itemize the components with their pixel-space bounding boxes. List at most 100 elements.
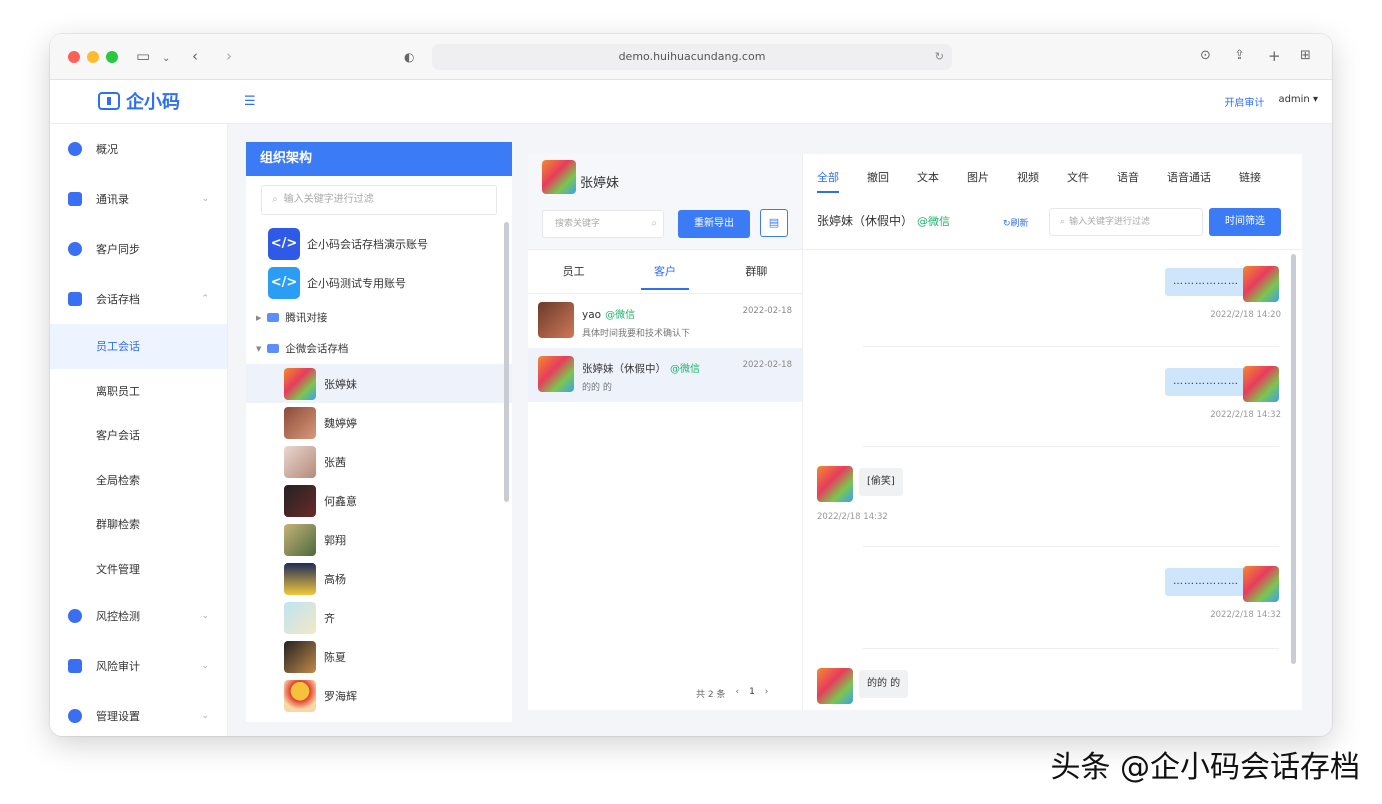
tab-overview-icon[interactable]: ⊞ (1300, 46, 1311, 66)
org-account-item[interactable]: </> 企小码会话存档演示账号 (246, 224, 512, 263)
message-bubble[interactable]: ……………… (1165, 368, 1247, 396)
reload-icon[interactable]: ↻ (935, 44, 944, 70)
org-search-input[interactable]: ⌕ 输入关键字进行过滤 (261, 185, 497, 215)
avatar (284, 562, 316, 595)
conversation-search-input[interactable]: 搜索关键字 ⌕ (542, 210, 664, 238)
sidebar-subitem-employee-sessions[interactable]: 员工会话 (50, 324, 227, 369)
minimize-window-button[interactable] (87, 51, 99, 63)
message-divider (863, 546, 1279, 547)
message-scrollbar[interactable] (1291, 254, 1296, 664)
conversation-date: 2022-02-18 (742, 306, 792, 316)
user-menu[interactable]: admin ▾ (1278, 94, 1318, 109)
maximize-window-button[interactable] (106, 51, 118, 63)
browser-toolbar: ▭ ⌄ ‹ › ◐ demo.huihuacundang.com ↻ ⊙ ⇪ +… (50, 34, 1332, 80)
tab-files[interactable]: 文件 (1067, 154, 1089, 204)
address-bar[interactable]: demo.huihuacundang.com ↻ (432, 44, 952, 70)
message-search-placeholder: 输入关键字进行过滤 (1069, 217, 1151, 227)
sidebar-item-risk-detection[interactable]: 风控检测 ⌄ (50, 591, 227, 641)
next-page-icon[interactable]: › (765, 687, 769, 700)
message-bubble[interactable]: 的的 的 (859, 670, 909, 698)
tab-customers[interactable]: 客户 (619, 250, 710, 293)
tab-images[interactable]: 图片 (967, 154, 989, 204)
org-member-name: 齐 (324, 611, 335, 625)
org-scrollbar[interactable] (504, 222, 509, 502)
org-member-item[interactable]: 张婷妹 (246, 364, 512, 403)
close-window-button[interactable] (68, 51, 80, 63)
menu-collapse-icon[interactable]: ☰ (244, 94, 256, 109)
main-content: 组织架构 ⌕ 输入关键字进行过滤 </> 企小码会话存档演示账号 </> 企小码测… (228, 124, 1332, 736)
download-icon[interactable]: ⊙ (1200, 46, 1211, 66)
shield-icon (68, 609, 82, 623)
new-tab-icon[interactable]: + (1268, 46, 1281, 66)
org-structure-panel: 组织架构 ⌕ 输入关键字进行过滤 </> 企小码会话存档演示账号 </> 企小码测… (246, 142, 512, 722)
org-account-item[interactable]: </> 企小码测试专用账号 (246, 263, 512, 302)
sidebar-subitem-file-management[interactable]: 文件管理 (50, 547, 227, 592)
sidebar-subitem-customer-sessions[interactable]: 客户会话 (50, 413, 227, 458)
message-bubble[interactable]: ……………… (1165, 568, 1247, 596)
folder-icon (68, 292, 82, 306)
forward-icon[interactable]: › (226, 46, 232, 66)
sidebar-item-overview[interactable]: 概况 (50, 124, 227, 174)
privacy-shield-icon[interactable]: ◐ (404, 47, 414, 67)
tab-recalled[interactable]: 撤回 (867, 154, 889, 204)
audit-toggle-link[interactable]: 开启审计 (1224, 94, 1264, 109)
org-folder-item[interactable]: ▶ 腾讯对接 (246, 302, 512, 333)
org-member-item[interactable]: 何鑫意 (246, 481, 512, 520)
app-logo[interactable]: 企小码 (98, 88, 180, 114)
sidebar-item-label: 风控检测 (96, 610, 140, 623)
window-controls (68, 51, 118, 63)
org-member-item[interactable]: 陈夏 (246, 637, 512, 676)
conversation-name: yao @微信 (582, 309, 636, 321)
org-member-item[interactable]: 郭翔 (246, 520, 512, 559)
sidebar-item-admin-settings[interactable]: 管理设置 ⌄ (50, 691, 227, 736)
org-member-item[interactable]: 张茜 (246, 442, 512, 481)
chevron-down-icon: ⌄ (201, 711, 209, 721)
refresh-button[interactable]: ↻刷新 (1003, 216, 1029, 229)
tab-group-chats[interactable]: 群聊 (711, 250, 802, 293)
tab-all[interactable]: 全部 (817, 154, 839, 204)
avatar (538, 356, 574, 392)
time-filter-button[interactable]: 时间筛选 (1209, 208, 1281, 236)
message-item: ……………… 2022/2/18 14:32 (803, 566, 1293, 626)
avatar (538, 302, 574, 338)
org-member-item[interactable]: 魏婷婷 (246, 403, 512, 442)
export-file-icon[interactable]: ▤ (760, 209, 788, 237)
tab-videos[interactable]: 视频 (1017, 154, 1039, 204)
org-folder-item[interactable]: ▼ 企微会话存档 (246, 333, 512, 364)
sidebar-subitem-global-search[interactable]: 全局检索 (50, 458, 227, 503)
sidebar-toggle-icon[interactable]: ▭ (136, 46, 150, 66)
org-member-item[interactable]: 高杨 (246, 559, 512, 598)
sidebar-item-contacts[interactable]: 通讯录 ⌄ (50, 174, 227, 224)
message-bubble[interactable]: ……………… (1165, 268, 1247, 296)
avatar (542, 160, 576, 194)
avatar (284, 679, 316, 712)
tab-employees[interactable]: 员工 (528, 250, 619, 293)
sidebar-subitem-group-search[interactable]: 群聊检索 (50, 502, 227, 547)
tab-voice[interactable]: 语音 (1117, 154, 1139, 204)
message-bubble[interactable]: [偷笑] (859, 468, 903, 496)
share-icon[interactable]: ⇪ (1234, 46, 1245, 66)
tab-voice-calls[interactable]: 语音通话 (1167, 154, 1211, 204)
sidebar-item-risk-audit[interactable]: 风险审计 ⌄ (50, 641, 227, 691)
page-number[interactable]: 1 (749, 687, 755, 700)
conversation-item[interactable]: 张婷妹（休假中） @微信 2022-02-18 的的 的 (528, 348, 802, 402)
chevron-up-icon: ⌃ (201, 294, 209, 304)
tab-text[interactable]: 文本 (917, 154, 939, 204)
org-member-item[interactable]: 罗海辉 (246, 676, 512, 715)
re-export-button[interactable]: 重新导出 (678, 210, 750, 238)
sidebar-subitem-departed-employees[interactable]: 离职员工 (50, 369, 227, 414)
tab-links[interactable]: 链接 (1239, 154, 1261, 204)
message-list: ……………… 2022/2/18 14:20 ……………… 2022/2/18 … (803, 250, 1293, 710)
conversation-item[interactable]: yao @微信 2022-02-18 具体时间我要和技术确认下 (528, 294, 802, 348)
sidebar-item-customer-sync[interactable]: 客户同步 (50, 224, 227, 274)
account-logo-icon: </> (268, 266, 300, 299)
sidebar-item-session-archive[interactable]: 会话存档 ⌃ (50, 274, 227, 324)
prev-page-icon[interactable]: ‹ (735, 687, 739, 700)
back-icon[interactable]: ‹ (192, 46, 198, 66)
message-search-input[interactable]: ⌕ 输入关键字进行过滤 (1049, 208, 1203, 236)
caret-down-icon: ▾ (1312, 94, 1318, 105)
avatar (1243, 266, 1279, 302)
chevron-down-icon[interactable]: ⌄ (162, 49, 170, 69)
avatar (817, 466, 853, 502)
org-member-item[interactable]: 齐 (246, 598, 512, 637)
